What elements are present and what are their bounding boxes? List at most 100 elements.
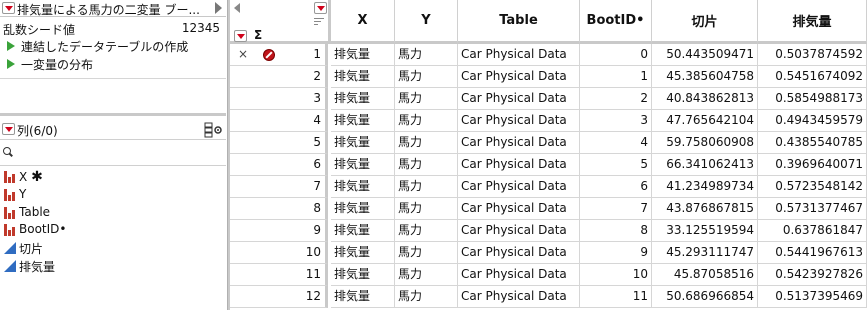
column-header-table[interactable]: Table xyxy=(458,0,580,44)
table-row[interactable]: × 1 排気量 馬力 Car Physical Data 0 50.443509471 0.5… xyxy=(230,44,867,66)
column-item-y[interactable]: Y xyxy=(0,187,226,204)
row-number[interactable]: 10 xyxy=(230,242,328,264)
cell-intercept[interactable]: 45.87058516 xyxy=(652,264,758,286)
table-title[interactable]: 排気量による馬力の二変量 ブー... xyxy=(17,1,212,18)
cell-boot[interactable]: 11 xyxy=(580,286,652,308)
row-number[interactable]: 8 xyxy=(230,198,328,220)
column-item-bootid[interactable]: BootID• xyxy=(0,222,226,239)
table-row[interactable]: 10 排気量 馬力 Car Physical Data 9 45.293111747 0.5… xyxy=(230,242,867,264)
cell-table[interactable]: Car Physical Data xyxy=(458,176,580,198)
cell-y[interactable]: 馬力 xyxy=(395,132,458,154)
cell-table[interactable]: Car Physical Data xyxy=(458,44,580,66)
table-row[interactable]: 12 排気量 馬力 Car Physical Data 11 50.686966854 0.… xyxy=(230,286,867,308)
cell-x[interactable]: 排気量 xyxy=(331,44,395,66)
table-row[interactable]: 9 排気量 馬力 Car Physical Data 8 33.125519594 0.63… xyxy=(230,220,867,242)
row-number[interactable]: 5 xyxy=(230,132,328,154)
cell-y[interactable]: 馬力 xyxy=(395,286,458,308)
cell-intercept[interactable]: 41.234989734 xyxy=(652,176,758,198)
cell-intercept[interactable]: 66.341062413 xyxy=(652,154,758,176)
cell-boot[interactable]: 9 xyxy=(580,242,652,264)
column-header-bootid[interactable]: BootID• xyxy=(580,0,652,44)
cell-y[interactable]: 馬力 xyxy=(395,44,458,66)
cell-x[interactable]: 排気量 xyxy=(331,154,395,176)
cell-disp[interactable]: 0.4385540785 xyxy=(758,132,867,154)
cell-table[interactable]: Car Physical Data xyxy=(458,154,580,176)
column-header-intercept[interactable]: 切片 xyxy=(652,0,758,44)
cell-disp[interactable]: 0.5451674092 xyxy=(758,66,867,88)
column-header-x[interactable]: X xyxy=(331,0,395,44)
table-menu-icon[interactable] xyxy=(2,2,15,14)
cell-table[interactable]: Car Physical Data xyxy=(458,88,580,110)
cell-intercept[interactable]: 43.876867815 xyxy=(652,198,758,220)
cell-y[interactable]: 馬力 xyxy=(395,198,458,220)
table-row[interactable]: 5 排気量 馬力 Car Physical Data 4 59.758060908 0.43… xyxy=(230,132,867,154)
column-header-displacement[interactable]: 排気量 xyxy=(758,0,867,44)
cell-x[interactable]: 排気量 xyxy=(331,198,395,220)
collapse-panel-icon[interactable] xyxy=(234,3,240,13)
disclosure-icon[interactable] xyxy=(215,2,222,14)
cell-boot[interactable]: 3 xyxy=(580,110,652,132)
cell-x[interactable]: 排気量 xyxy=(331,220,395,242)
cell-boot[interactable]: 4 xyxy=(580,132,652,154)
cell-table[interactable]: Car Physical Data xyxy=(458,132,580,154)
cell-boot[interactable]: 8 xyxy=(580,220,652,242)
cell-intercept[interactable]: 45.293111747 xyxy=(652,242,758,264)
columns-search-input[interactable] xyxy=(14,144,222,162)
cell-x[interactable]: 排気量 xyxy=(331,264,395,286)
cell-x[interactable]: 排気量 xyxy=(331,286,395,308)
row-number[interactable]: 7 xyxy=(230,176,328,198)
column-item-x[interactable]: X ✱ xyxy=(0,169,226,186)
table-row[interactable]: 4 排気量 馬力 Car Physical Data 3 47.765642104 0.49… xyxy=(230,110,867,132)
panel-splitter[interactable] xyxy=(0,78,226,116)
table-row[interactable]: 11 排気量 馬力 Car Physical Data 10 45.87058516 0.5… xyxy=(230,264,867,286)
cell-y[interactable]: 馬力 xyxy=(395,66,458,88)
column-menu-icon[interactable] xyxy=(314,2,327,14)
cell-boot[interactable]: 1 xyxy=(580,66,652,88)
cell-boot[interactable]: 0 xyxy=(580,44,652,66)
cell-intercept[interactable]: 50.686966854 xyxy=(652,286,758,308)
cell-boot[interactable]: 10 xyxy=(580,264,652,286)
row-number[interactable]: × 1 xyxy=(230,44,328,66)
cell-x[interactable]: 排気量 xyxy=(331,110,395,132)
row-number[interactable]: 12 xyxy=(230,286,328,308)
cell-disp[interactable]: 0.5731377467 xyxy=(758,198,867,220)
cell-boot[interactable]: 5 xyxy=(580,154,652,176)
table-row[interactable]: 3 排気量 馬力 Car Physical Data 2 40.843862813 0.58… xyxy=(230,88,867,110)
cell-boot[interactable]: 7 xyxy=(580,198,652,220)
cell-x[interactable]: 排気量 xyxy=(331,66,395,88)
cell-table[interactable]: Car Physical Data xyxy=(458,110,580,132)
cell-table[interactable]: Car Physical Data xyxy=(458,198,580,220)
script-item-distribution[interactable]: 一変量の分布 xyxy=(0,56,226,74)
table-property-seed[interactable]: 乱数シード値 12345 xyxy=(0,21,226,39)
column-item-displacement[interactable]: 排気量 xyxy=(0,258,226,275)
cell-intercept[interactable]: 59.758060908 xyxy=(652,132,758,154)
cell-table[interactable]: Car Physical Data xyxy=(458,66,580,88)
column-item-table[interactable]: Table xyxy=(0,205,226,222)
filter-lines-icon[interactable] xyxy=(314,18,324,28)
cell-disp[interactable]: 0.5037874592 xyxy=(758,44,867,66)
columns-menu-icon[interactable] xyxy=(2,123,15,135)
cell-y[interactable]: 馬力 xyxy=(395,264,458,286)
cell-disp[interactable]: 0.5441967613 xyxy=(758,242,867,264)
cell-intercept[interactable]: 40.843862813 xyxy=(652,88,758,110)
cell-y[interactable]: 馬力 xyxy=(395,110,458,132)
cell-y[interactable]: 馬力 xyxy=(395,220,458,242)
cell-disp[interactable]: 0.4943459579 xyxy=(758,110,867,132)
cell-intercept[interactable]: 50.443509471 xyxy=(652,44,758,66)
cell-x[interactable]: 排気量 xyxy=(331,176,395,198)
columns-settings-icon[interactable] xyxy=(204,122,224,138)
cell-y[interactable]: 馬力 xyxy=(395,242,458,264)
row-menu-icon[interactable] xyxy=(234,30,247,42)
cell-x[interactable]: 排気量 xyxy=(331,242,395,264)
table-row[interactable]: 2 排気量 馬力 Car Physical Data 1 45.385604758 0.54… xyxy=(230,66,867,88)
table-row[interactable]: 7 排気量 馬力 Car Physical Data 6 41.234989734 0.57… xyxy=(230,176,867,198)
cell-disp[interactable]: 0.3969640071 xyxy=(758,154,867,176)
cell-disp[interactable]: 0.5854988173 xyxy=(758,88,867,110)
row-number[interactable]: 4 xyxy=(230,110,328,132)
cell-intercept[interactable]: 47.765642104 xyxy=(652,110,758,132)
cell-y[interactable]: 馬力 xyxy=(395,88,458,110)
cell-boot[interactable]: 2 xyxy=(580,88,652,110)
cell-boot[interactable]: 6 xyxy=(580,176,652,198)
cell-table[interactable]: Car Physical Data xyxy=(458,220,580,242)
script-item-linked-table[interactable]: 連結したデータテーブルの作成 xyxy=(0,38,226,56)
